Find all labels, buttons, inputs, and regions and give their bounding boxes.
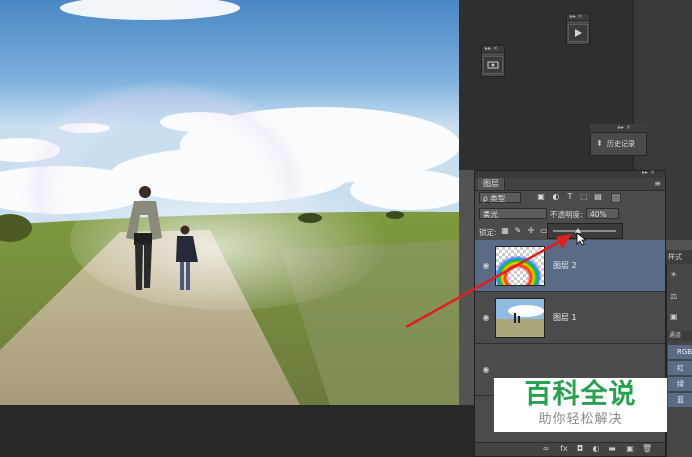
history-button[interactable]: ⇞ 历史记录	[590, 132, 647, 156]
visibility-eye-icon[interactable]: ◉	[481, 365, 491, 375]
filter-pixel-icon[interactable]: ▣	[536, 192, 546, 202]
watermark-subtitle: 助你轻松解决	[538, 412, 623, 427]
filter-smart-object-icon[interactable]: ▤	[593, 192, 603, 202]
collapsed-panel-info[interactable]: ▸▸ ×	[481, 45, 505, 77]
channel-blue[interactable]: 蓝	[668, 393, 692, 407]
filter-kind-select[interactable]: ρ 类型	[479, 192, 521, 203]
watermark-title: 百科全说	[524, 379, 637, 410]
brightness-icon[interactable]: ☀	[670, 270, 677, 279]
layers-tab-bar: 图层 ≡	[475, 178, 665, 191]
adjustments-channels-panel: ☀ ⚖ ▣ 通道 RGB 红 绿 蓝	[666, 264, 692, 457]
panel-grip[interactable]: ▸▸ ×	[590, 124, 647, 132]
collapsed-panel-actions[interactable]: ▸▸ ×	[566, 13, 590, 45]
filter-toggle[interactable]	[611, 193, 621, 203]
panel-grip[interactable]: ▸▸ ×	[567, 14, 589, 21]
watermark: 百科全说 助你轻松解决	[494, 378, 667, 432]
document-canvas[interactable]	[0, 0, 459, 405]
photo-filter-icon[interactable]: ▣	[670, 312, 678, 321]
link-layers-icon[interactable]: ∞	[541, 444, 551, 454]
canvas-bottom-area	[0, 405, 474, 457]
panel-menu-icon[interactable]: ≡	[654, 179, 661, 188]
channel-rgb[interactable]: RGB	[668, 345, 692, 359]
opacity-label: 不透明度:	[550, 210, 583, 219]
blend-mode-select[interactable]: 柔光	[479, 208, 547, 219]
opacity-input[interactable]: 40%	[586, 208, 619, 219]
new-group-icon[interactable]: ▬	[607, 444, 617, 454]
info-icon[interactable]	[483, 56, 503, 74]
filter-shape-icon[interactable]: ⬚	[579, 192, 589, 202]
layer-style-icon[interactable]: fx	[559, 444, 569, 454]
layers-footer: ∞ fx ◘ ◐ ▬ ▣ 🗑	[475, 442, 665, 456]
delete-layer-icon[interactable]: 🗑	[642, 444, 652, 454]
tab-channels[interactable]: 通道	[667, 331, 692, 341]
collapse-close-icons[interactable]: ▸▸ ×	[642, 169, 655, 176]
photo-image	[0, 0, 459, 405]
filter-type-icon[interactable]: T	[565, 192, 575, 202]
annotation-arrow	[405, 234, 572, 329]
channel-green[interactable]: 绿	[668, 377, 692, 391]
new-layer-icon[interactable]: ▣	[625, 444, 635, 454]
tab-layers[interactable]: 图层	[478, 178, 505, 190]
history-icon: ⇞	[596, 139, 603, 148]
channel-red[interactable]: 红	[668, 361, 692, 375]
adjustment-layer-icon[interactable]: ◐	[591, 444, 601, 454]
panel-grip[interactable]: ▸▸ ×	[482, 46, 504, 53]
tab-styles[interactable]: 样式	[666, 250, 692, 264]
panel-grip[interactable]: ▸▸ ×	[475, 169, 665, 178]
mouse-cursor-icon	[576, 232, 586, 246]
add-mask-icon[interactable]: ◘	[575, 444, 585, 454]
balance-icon[interactable]: ⚖	[670, 292, 677, 301]
filter-adjustment-icon[interactable]: ◐	[551, 192, 561, 202]
play-icon[interactable]	[568, 24, 588, 42]
history-label: 历史记录	[607, 140, 635, 148]
history-panel-collapsed[interactable]: ▸▸ × ⇞ 历史记录	[590, 124, 649, 158]
